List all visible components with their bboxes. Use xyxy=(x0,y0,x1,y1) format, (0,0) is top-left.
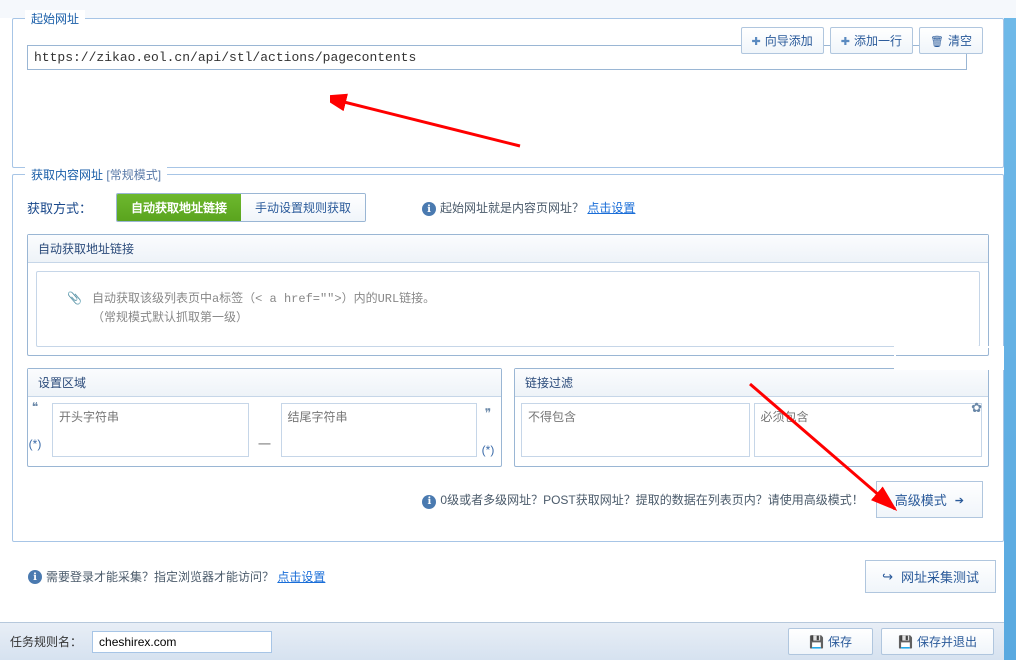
url-collect-test-button[interactable]: ↪网址采集测试 xyxy=(865,560,996,593)
click-setting-link[interactable]: 点击设置 xyxy=(587,201,635,215)
start-url-title: 起始网址 xyxy=(25,10,85,27)
content-url-title: 获取内容网址 [常规模式] xyxy=(25,166,167,183)
quote-icon: ❝ xyxy=(28,397,42,417)
arrow-right-icon xyxy=(951,492,964,507)
attach-icon xyxy=(67,290,82,328)
info-icon xyxy=(422,201,440,215)
auto-fetch-desc: 自动获取该级列表页中a标签（< a href="">）内的URL链接。 （常规模… xyxy=(36,271,980,347)
include-input[interactable] xyxy=(754,403,983,457)
filter-panel-title: 链接过滤 xyxy=(515,369,988,397)
info-icon xyxy=(422,493,440,507)
login-setting-link[interactable]: 点击设置 xyxy=(277,568,325,585)
gear-icon[interactable]: ✿ xyxy=(971,400,982,416)
end-string-input[interactable] xyxy=(281,403,478,457)
plus-icon xyxy=(841,34,850,48)
wildcard-icon: (*) xyxy=(28,417,42,451)
quote-icon: ❞ xyxy=(481,403,495,423)
tab-manual-rule[interactable]: 手动设置规则获取 xyxy=(241,194,365,221)
login-hint: 需要登录才能采集？指定浏览器才能访问？ xyxy=(46,568,274,585)
tab-auto-fetch[interactable]: 自动获取地址链接 xyxy=(117,194,241,221)
advanced-hint: 0级或者多级网址？POST获取网址？提取的数据在列表页内？请使用高级模式！ xyxy=(440,493,863,507)
start-is-content-hint: 起始网址就是内容页网址？ xyxy=(440,201,584,215)
add-row-button[interactable]: 添加一行 xyxy=(830,27,913,54)
plus-icon xyxy=(752,34,761,48)
auto-fetch-head: 自动获取地址链接 xyxy=(28,235,988,263)
start-string-input[interactable] xyxy=(52,403,249,457)
info-icon xyxy=(28,569,46,585)
area-panel-title: 设置区域 xyxy=(28,369,501,397)
wildcard-icon: (*) xyxy=(481,423,495,457)
fetch-method-label: 获取方式： xyxy=(27,198,100,217)
clear-button[interactable]: 清空 xyxy=(919,27,983,54)
wizard-add-button[interactable]: 向导添加 xyxy=(741,27,824,54)
advanced-mode-button[interactable]: 高级模式 xyxy=(876,481,983,518)
fetch-method-segment: 自动获取地址链接 手动设置规则获取 xyxy=(116,193,366,222)
share-icon: ↪ xyxy=(882,569,893,585)
trash-icon xyxy=(930,34,944,48)
exclude-input[interactable] xyxy=(521,403,750,457)
